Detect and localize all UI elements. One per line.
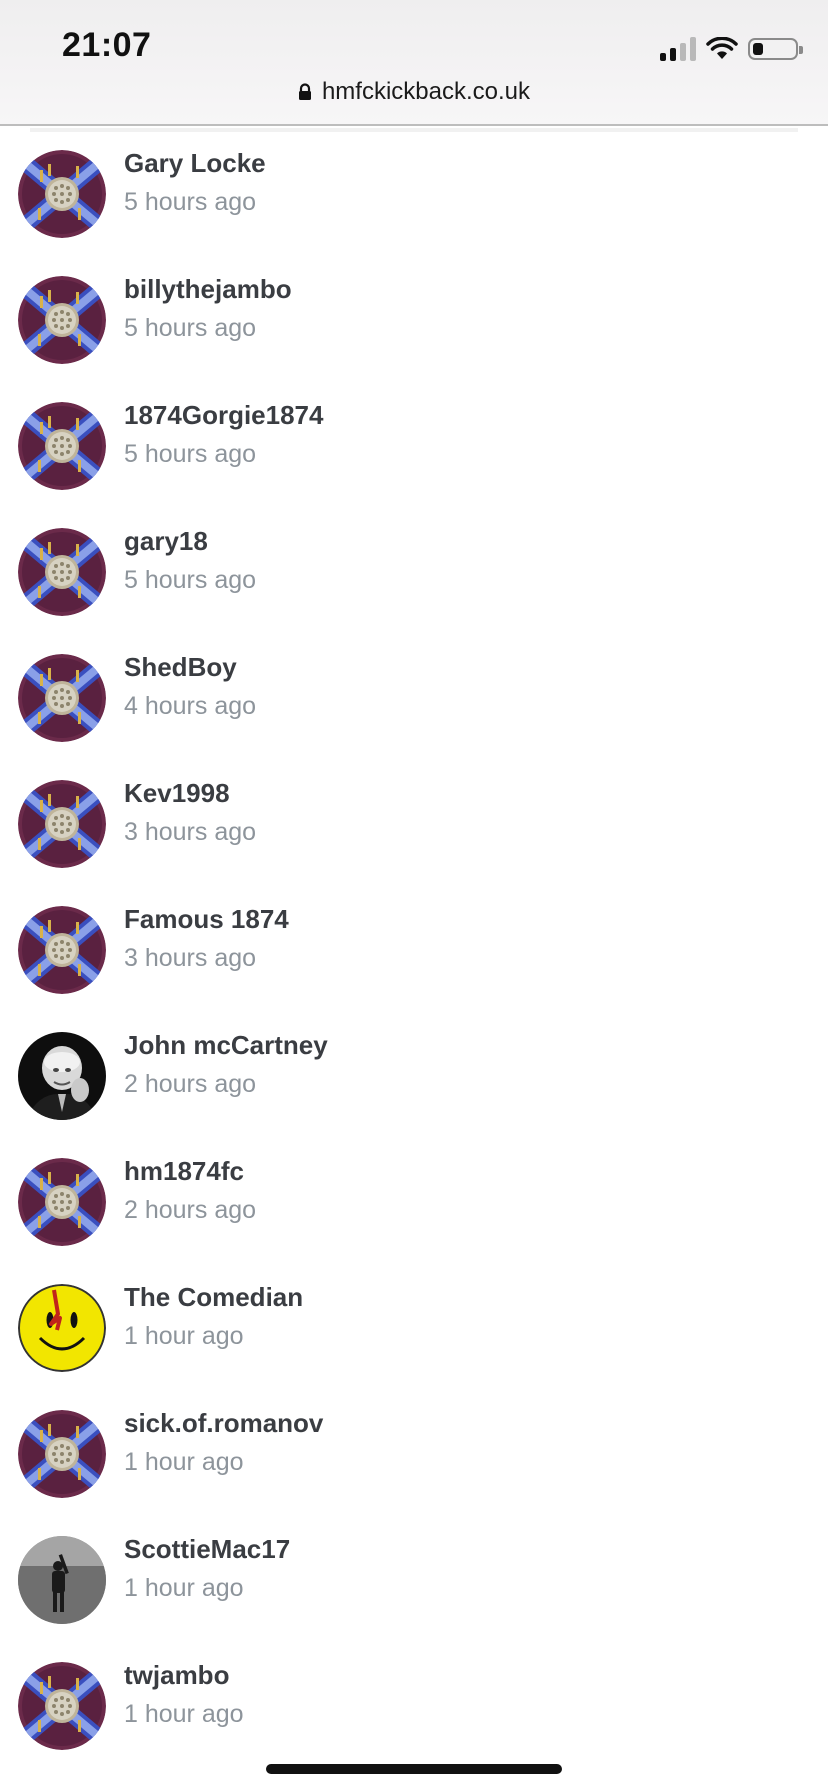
member-name[interactable]: ScottieMac17 (124, 1534, 290, 1565)
avatar[interactable] (18, 1284, 106, 1372)
member-name[interactable]: 1874Gorgie1874 (124, 400, 323, 431)
avatar[interactable] (18, 402, 106, 490)
list-item[interactable]: Kev1998 3 hours ago (0, 774, 828, 900)
last-active-time: 5 hours ago (124, 188, 257, 216)
member-name[interactable]: John mcCartney (124, 1030, 328, 1061)
last-active-time: 5 hours ago (124, 314, 257, 342)
avatar[interactable] (18, 654, 106, 742)
home-indicator[interactable] (266, 1764, 562, 1774)
avatar[interactable] (18, 1662, 106, 1750)
address-bar[interactable]: hmfckickback.co.uk (0, 78, 828, 106)
last-active-time: 2 hours ago (124, 1070, 257, 1098)
avatar[interactable] (18, 276, 106, 364)
member-name[interactable]: twjambo (124, 1660, 229, 1691)
last-active-time: 3 hours ago (124, 818, 257, 846)
list-item[interactable]: sick.of.romanov 1 hour ago (0, 1404, 828, 1530)
last-active-time: 1 hour ago (124, 1700, 244, 1728)
member-list: Gary Locke 5 hours ago billythejambo 5 h… (0, 144, 828, 1782)
avatar[interactable] (18, 780, 106, 868)
status-time: 21:07 (62, 26, 152, 64)
avatar[interactable] (18, 1536, 106, 1624)
wifi-icon (706, 37, 738, 61)
screen: 21:07 hmfckickback.co.uk Gary Locke 5 ho… (0, 0, 828, 1792)
avatar[interactable] (18, 528, 106, 616)
list-item[interactable]: 1874Gorgie1874 5 hours ago (0, 396, 828, 522)
member-name[interactable]: gary18 (124, 526, 208, 557)
member-name[interactable]: sick.of.romanov (124, 1408, 323, 1439)
battery-icon (748, 38, 803, 60)
list-item[interactable]: Gary Locke 5 hours ago (0, 144, 828, 270)
member-name[interactable]: The Comedian (124, 1282, 303, 1313)
list-item[interactable]: gary18 5 hours ago (0, 522, 828, 648)
last-active-time: 1 hour ago (124, 1574, 244, 1602)
member-name[interactable]: Famous 1874 (124, 904, 289, 935)
last-active-time: 4 hours ago (124, 692, 257, 720)
top-chrome: 21:07 hmfckickback.co.uk (0, 0, 828, 126)
list-item[interactable]: The Comedian 1 hour ago (0, 1278, 828, 1404)
last-active-time: 5 hours ago (124, 440, 257, 468)
last-active-time: 1 hour ago (124, 1448, 244, 1476)
list-item[interactable]: ScottieMac17 1 hour ago (0, 1530, 828, 1656)
lock-icon (298, 83, 312, 101)
list-item[interactable]: Famous 1874 3 hours ago (0, 900, 828, 1026)
avatar[interactable] (18, 906, 106, 994)
member-name[interactable]: hm1874fc (124, 1156, 244, 1187)
avatar[interactable] (18, 150, 106, 238)
cellular-signal-icon (660, 37, 696, 61)
avatar[interactable] (18, 1410, 106, 1498)
last-active-time: 1 hour ago (124, 1322, 244, 1350)
list-divider (30, 128, 798, 132)
list-item[interactable]: ShedBoy 4 hours ago (0, 648, 828, 774)
list-item[interactable]: John mcCartney 2 hours ago (0, 1026, 828, 1152)
member-name[interactable]: Gary Locke (124, 148, 266, 179)
avatar[interactable] (18, 1158, 106, 1246)
status-icons (660, 34, 803, 64)
last-active-time: 3 hours ago (124, 944, 257, 972)
last-active-time: 2 hours ago (124, 1196, 257, 1224)
member-name[interactable]: ShedBoy (124, 652, 237, 683)
battery-level (753, 43, 763, 55)
list-item[interactable]: hm1874fc 2 hours ago (0, 1152, 828, 1278)
member-name[interactable]: billythejambo (124, 274, 292, 305)
member-name[interactable]: Kev1998 (124, 778, 230, 809)
avatar[interactable] (18, 1032, 106, 1120)
url-text: hmfckickback.co.uk (321, 78, 531, 105)
list-item[interactable]: billythejambo 5 hours ago (0, 270, 828, 396)
last-active-time: 5 hours ago (124, 566, 257, 594)
